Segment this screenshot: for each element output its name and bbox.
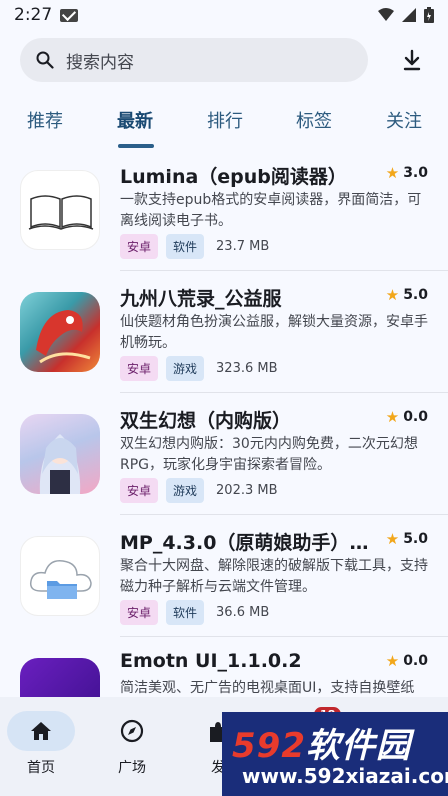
- app-icon-emotn: [20, 658, 100, 698]
- star-icon: ★: [385, 164, 400, 182]
- platform-tag: 安卓: [120, 600, 159, 625]
- nav-home-pill: [7, 711, 75, 751]
- type-tag: 游戏: [166, 356, 205, 381]
- list-item[interactable]: 双生幻想（内购版） ★ 0.0 双生幻想内购版：30元内内购免费，二次元幻想RP…: [0, 394, 448, 516]
- watermark-brand: 592软件园: [232, 718, 411, 767]
- download-icon: [403, 49, 421, 71]
- list-item[interactable]: Lumina（epub阅读器） ★ 3.0 一款支持epub格式的安卓阅读器，界…: [0, 150, 448, 272]
- app-size: 23.7 MB: [216, 239, 270, 254]
- app-rating: ★ 3.0: [386, 164, 428, 182]
- watermark-logo: 592软件园 www.592xiazai.com: [222, 712, 448, 796]
- nav-square-label: 广场: [118, 760, 146, 776]
- app-title: MP_4.3.0（原萌娘助手）聚合十大网盘: [120, 532, 382, 554]
- list-item[interactable]: MP_4.3.0（原萌娘助手）聚合十大网盘 ★ 5.0 聚合十大网盘、解除限速的…: [0, 516, 448, 638]
- watermark-text: 软件园: [305, 726, 411, 766]
- status-time: 2:27: [14, 5, 53, 25]
- app-title: Lumina（epub阅读器）: [120, 166, 347, 188]
- search-icon: [36, 51, 54, 69]
- divider: [120, 636, 448, 637]
- app-size: 36.6 MB: [216, 605, 270, 620]
- star-icon: ★: [385, 652, 400, 670]
- divider: [120, 392, 448, 393]
- nav-square-pill: [98, 711, 166, 751]
- nav-home[interactable]: 首页: [6, 711, 76, 777]
- app-tags: 安卓 软件 23.7 MB: [120, 234, 269, 259]
- watermark-number: 592: [232, 726, 306, 766]
- home-icon: [31, 722, 51, 740]
- divider: [120, 270, 448, 271]
- tab-following[interactable]: 关注: [386, 107, 422, 133]
- watermark-url: www.592xiazai.com: [242, 764, 448, 788]
- app-title: Emotn UI_1.1.0.2: [120, 650, 302, 672]
- star-icon: ★: [385, 408, 400, 426]
- app-desc: 仙侠题材角色扮演公益服，解锁大量资源，安卓手机畅玩。: [120, 314, 428, 351]
- app-tags: 安卓 游戏 323.6 MB: [120, 356, 278, 381]
- battery-icon: [424, 7, 434, 23]
- category-tabs: 推荐 最新 排行 标签 关注: [0, 100, 448, 150]
- app-icon-book: [20, 170, 100, 250]
- nav-square[interactable]: 广场: [97, 711, 167, 777]
- platform-tag: 安卓: [120, 478, 159, 503]
- rating-value: 5.0: [403, 287, 428, 303]
- app-title: 九州八荒录_公益服: [120, 288, 282, 310]
- search-placeholder: 搜索内容: [66, 52, 134, 73]
- search-row: 搜索内容: [20, 38, 430, 82]
- type-tag: 软件: [166, 600, 205, 625]
- tab-latest[interactable]: 最新: [117, 107, 153, 133]
- nav-home-label: 首页: [27, 760, 55, 776]
- app-size: 323.6 MB: [216, 361, 278, 376]
- app-desc: 聚合十大网盘、解除限速的破解版下载工具，支持磁力种子解析与云端文件管理。: [120, 558, 428, 595]
- app-rating: ★ 5.0: [386, 286, 428, 304]
- list-item[interactable]: 九州八荒录_公益服 ★ 5.0 仙侠题材角色扮演公益服，解锁大量资源，安卓手机畅…: [0, 272, 448, 394]
- app-rating: ★ 5.0: [386, 530, 428, 548]
- platform-tag: 安卓: [120, 234, 159, 259]
- rating-value: 3.0: [403, 165, 428, 181]
- rating-value: 0.0: [403, 409, 428, 425]
- app-desc: 简洁美观、无广告的电视桌面UI，支持自换壁纸: [120, 680, 415, 696]
- platform-tag: 安卓: [120, 356, 159, 381]
- search-input[interactable]: 搜索内容: [20, 38, 368, 82]
- rating-value: 0.0: [403, 653, 428, 669]
- tab-indicator: [118, 144, 154, 148]
- star-icon: ★: [385, 530, 400, 548]
- type-tag: 游戏: [166, 478, 205, 503]
- mail-icon: [60, 8, 79, 22]
- signal-icon: [402, 8, 416, 22]
- app-tags: 安卓 游戏 202.3 MB: [120, 478, 278, 503]
- app-size: 202.3 MB: [216, 483, 278, 498]
- wifi-icon: [378, 8, 394, 21]
- app-rating: ★ 0.0: [386, 652, 428, 670]
- app-icon-game: [20, 292, 100, 372]
- app-title: 双生幻想（内购版）: [120, 410, 292, 432]
- type-tag: 软件: [166, 234, 205, 259]
- compass-icon: [120, 719, 144, 743]
- app-icon-cloud: [20, 536, 100, 616]
- app-rating: ★ 0.0: [386, 408, 428, 426]
- list-item[interactable]: Emotn UI_1.1.0.2 ★ 0.0 简洁美观、无广告的电视桌面UI，支…: [0, 638, 448, 698]
- star-icon: ★: [385, 286, 400, 304]
- status-bar: 2:27: [0, 0, 448, 30]
- status-icons: [378, 7, 434, 23]
- app-tags: 安卓 软件 36.6 MB: [120, 600, 269, 625]
- tab-tags[interactable]: 标签: [296, 107, 332, 133]
- tab-recommend[interactable]: 推荐: [27, 107, 63, 133]
- app-desc: 双生幻想内购版：30元内内购免费，二次元幻想RPG，玩家化身宇宙探索者冒险。: [120, 436, 418, 473]
- rating-value: 5.0: [403, 531, 428, 547]
- app-icon-anime: [20, 414, 100, 494]
- divider: [120, 514, 448, 515]
- tab-ranking[interactable]: 排行: [207, 107, 243, 133]
- download-button[interactable]: [394, 42, 430, 78]
- app-desc: 一款支持epub格式的安卓阅读器，界面简洁，可离线阅读电子书。: [120, 192, 422, 229]
